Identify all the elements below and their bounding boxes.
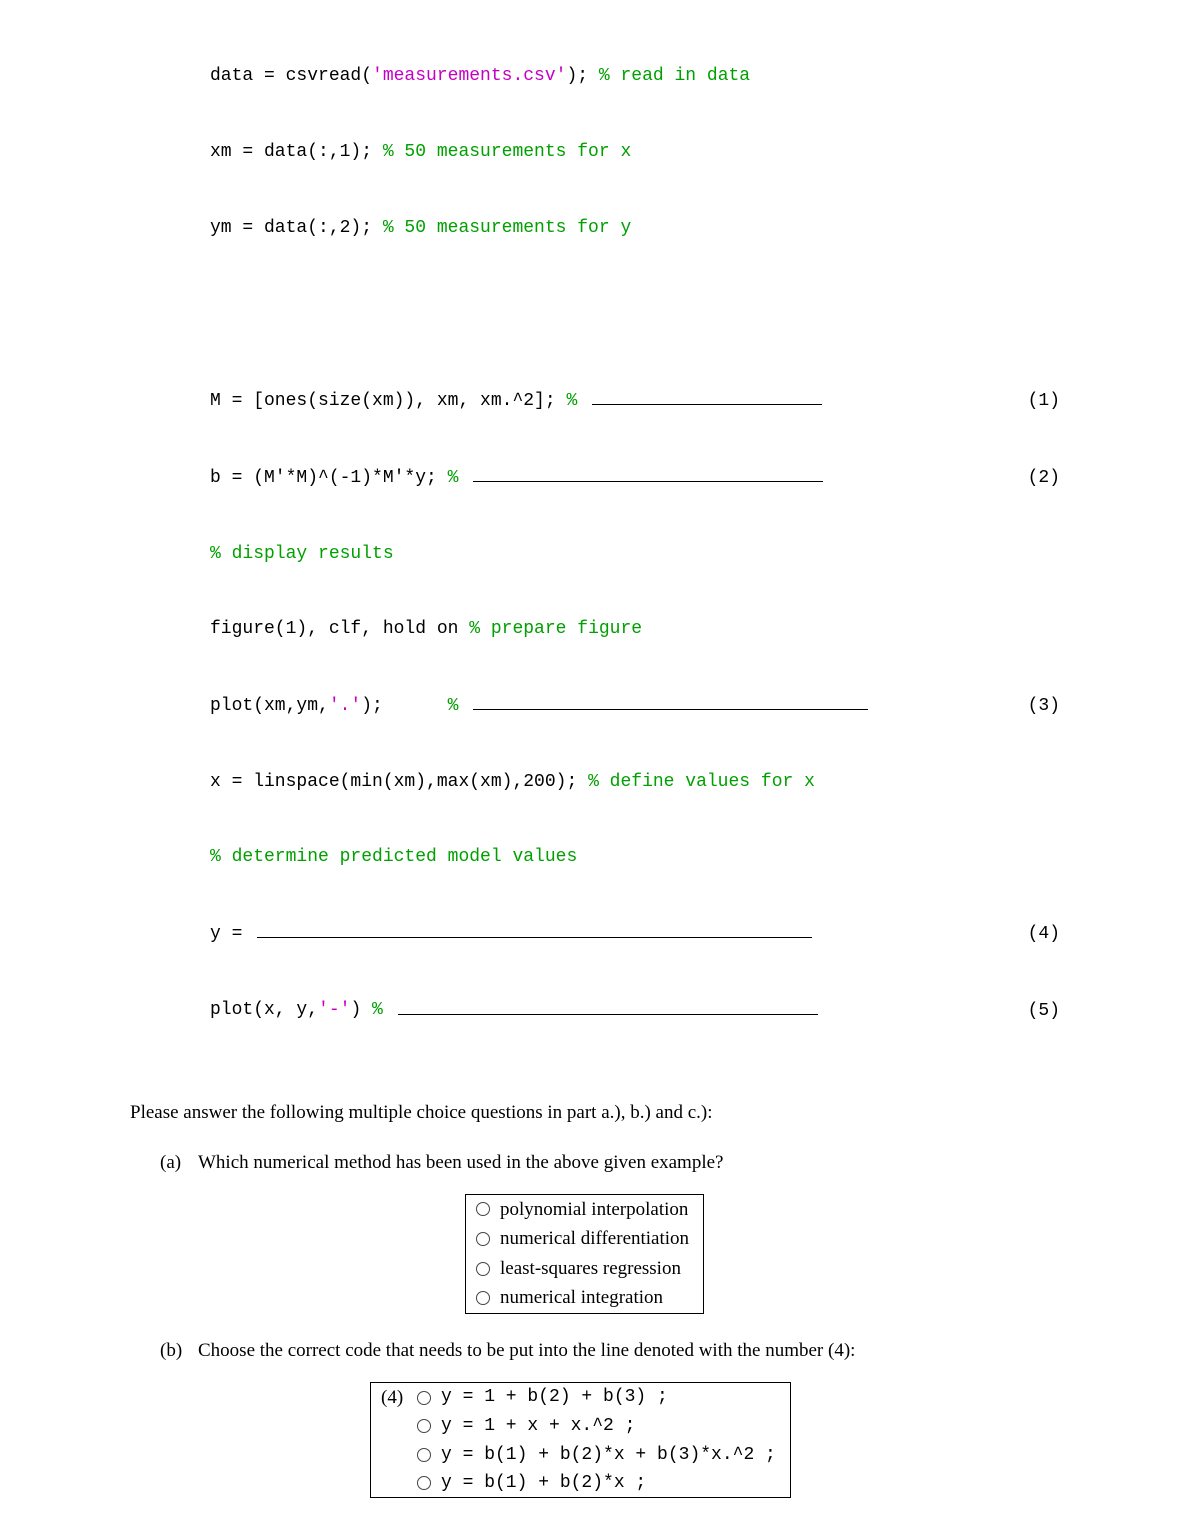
comment: % 50 measurements for x bbox=[383, 142, 631, 162]
code-line-8: plot(xm,ym,'.'); % (3) bbox=[210, 693, 1060, 719]
choice-label: numerical integration bbox=[500, 1285, 663, 1311]
code: xm = data(:,1); bbox=[210, 142, 383, 162]
choice-a-2[interactable]: numerical differentiation bbox=[466, 1224, 703, 1254]
code: ) bbox=[350, 1001, 372, 1021]
radio-icon bbox=[476, 1262, 490, 1276]
choice-b-1[interactable]: (4) y = 1 + b(2) + b(3) ; bbox=[371, 1383, 790, 1413]
blank-line bbox=[210, 291, 1060, 313]
line-number-3: (3) bbox=[1020, 694, 1060, 719]
question-b-label: (b) bbox=[160, 1338, 198, 1364]
comment: % define values for x bbox=[588, 772, 815, 792]
question-a-label: (a) bbox=[160, 1150, 198, 1176]
choice-a-1[interactable]: polynomial interpolation bbox=[466, 1195, 703, 1225]
code: y = bbox=[210, 924, 253, 944]
code: figure(1), clf, hold on bbox=[210, 619, 469, 639]
code-line-10: % determine predicted model values bbox=[210, 845, 1060, 870]
string-literal: 'measurements.csv' bbox=[372, 66, 566, 86]
code-block: data = csvread('measurements.csv'); % re… bbox=[210, 14, 1060, 1074]
comment-pct: % bbox=[448, 696, 470, 716]
row-label-4: (4) bbox=[381, 1385, 409, 1411]
choice-label: polynomial interpolation bbox=[500, 1197, 688, 1223]
line-number-1: (1) bbox=[1020, 389, 1060, 414]
choice-code: y = 1 + b(2) + b(3) ; bbox=[441, 1385, 668, 1409]
comment-pct: % bbox=[448, 468, 470, 488]
question-b-choices: (4) y = 1 + b(2) + b(3) ; y = 1 + x + x.… bbox=[370, 1382, 791, 1499]
radio-icon bbox=[476, 1202, 490, 1216]
blank-fill bbox=[592, 388, 822, 405]
blank-fill bbox=[473, 465, 823, 482]
question-a: (a) Which numerical method has been used… bbox=[160, 1150, 1040, 1176]
choice-label: numerical differentiation bbox=[500, 1226, 689, 1252]
line-number-4: (4) bbox=[1020, 922, 1060, 947]
comment: % determine predicted model values bbox=[210, 845, 577, 870]
comment-pct: % bbox=[566, 391, 588, 411]
string-literal: '-' bbox=[318, 1001, 350, 1021]
choice-code: y = b(1) + b(2)*x ; bbox=[441, 1471, 646, 1495]
code: M = [ones(size(xm)), xm, xm.^2]; bbox=[210, 391, 566, 411]
choice-a-3[interactable]: least-squares regression bbox=[466, 1254, 703, 1284]
radio-icon bbox=[417, 1419, 431, 1433]
question-b-text: Choose the correct code that needs to be… bbox=[198, 1338, 1040, 1364]
code: x = linspace(min(xm),max(xm),200); bbox=[210, 772, 588, 792]
code-line-9: x = linspace(min(xm),max(xm),200); % def… bbox=[210, 770, 1060, 795]
document-page: data = csvread('measurements.csv'); % re… bbox=[0, 0, 1200, 1518]
question-a-text: Which numerical method has been used in … bbox=[198, 1150, 1040, 1176]
radio-icon bbox=[476, 1232, 490, 1246]
code-line-11: y = (4) bbox=[210, 921, 1060, 947]
choice-code: y = 1 + x + x.^2 ; bbox=[441, 1414, 635, 1438]
radio-icon bbox=[417, 1448, 431, 1462]
comment: % display results bbox=[210, 542, 394, 567]
question-b: (b) Choose the correct code that needs t… bbox=[160, 1338, 1040, 1364]
code-line-7: figure(1), clf, hold on % prepare figure bbox=[210, 617, 1060, 642]
blank-fill bbox=[473, 693, 868, 710]
code: ym = data(:,2); bbox=[210, 218, 383, 238]
choice-code: y = b(1) + b(2)*x + b(3)*x.^2 ; bbox=[441, 1443, 776, 1467]
blank-fill bbox=[257, 921, 812, 938]
choice-b-4[interactable]: y = b(1) + b(2)*x ; bbox=[371, 1469, 790, 1497]
instruction-text: Please answer the following multiple cho… bbox=[130, 1100, 1030, 1126]
question-a-choices: polynomial interpolation numerical diffe… bbox=[465, 1194, 704, 1315]
comment: % read in data bbox=[599, 66, 750, 86]
code: data = csvread( bbox=[210, 66, 372, 86]
choice-b-3[interactable]: y = b(1) + b(2)*x + b(3)*x.^2 ; bbox=[371, 1441, 790, 1469]
choice-label: least-squares regression bbox=[500, 1256, 681, 1282]
radio-icon bbox=[417, 1391, 431, 1405]
choice-b-2[interactable]: y = 1 + x + x.^2 ; bbox=[371, 1412, 790, 1440]
code: plot(xm,ym, bbox=[210, 696, 329, 716]
code: plot(x, y, bbox=[210, 1001, 318, 1021]
code-line-6: % display results bbox=[210, 542, 1060, 567]
question-b-choices-wrap: (4) y = 1 + b(2) + b(3) ; y = 1 + x + x.… bbox=[370, 1382, 1200, 1499]
code-line-1: data = csvread('measurements.csv'); % re… bbox=[210, 64, 1060, 89]
code-line-12: plot(x, y,'-') % (5) bbox=[210, 997, 1060, 1023]
comment: % prepare figure bbox=[469, 619, 642, 639]
code: b = (M'*M)^(-1)*M'*y; bbox=[210, 468, 448, 488]
choice-a-4[interactable]: numerical integration bbox=[466, 1283, 703, 1313]
comment-pct: % bbox=[372, 1001, 394, 1021]
line-number-2: (2) bbox=[1020, 466, 1060, 491]
code: ); bbox=[566, 66, 598, 86]
code-line-4: M = [ones(size(xm)), xm, xm.^2]; % (1) bbox=[210, 388, 1060, 414]
string-literal: '.' bbox=[329, 696, 361, 716]
code-line-2: xm = data(:,1); % 50 measurements for x bbox=[210, 140, 1060, 165]
code-line-3: ym = data(:,2); % 50 measurements for y bbox=[210, 216, 1060, 241]
blank-fill bbox=[398, 997, 818, 1014]
code: ); bbox=[361, 696, 447, 716]
radio-icon bbox=[417, 1476, 431, 1490]
line-number-5: (5) bbox=[1020, 999, 1060, 1024]
code-line-5: b = (M'*M)^(-1)*M'*y; % (2) bbox=[210, 465, 1060, 491]
radio-icon bbox=[476, 1291, 490, 1305]
comment: % 50 measurements for y bbox=[383, 218, 631, 238]
